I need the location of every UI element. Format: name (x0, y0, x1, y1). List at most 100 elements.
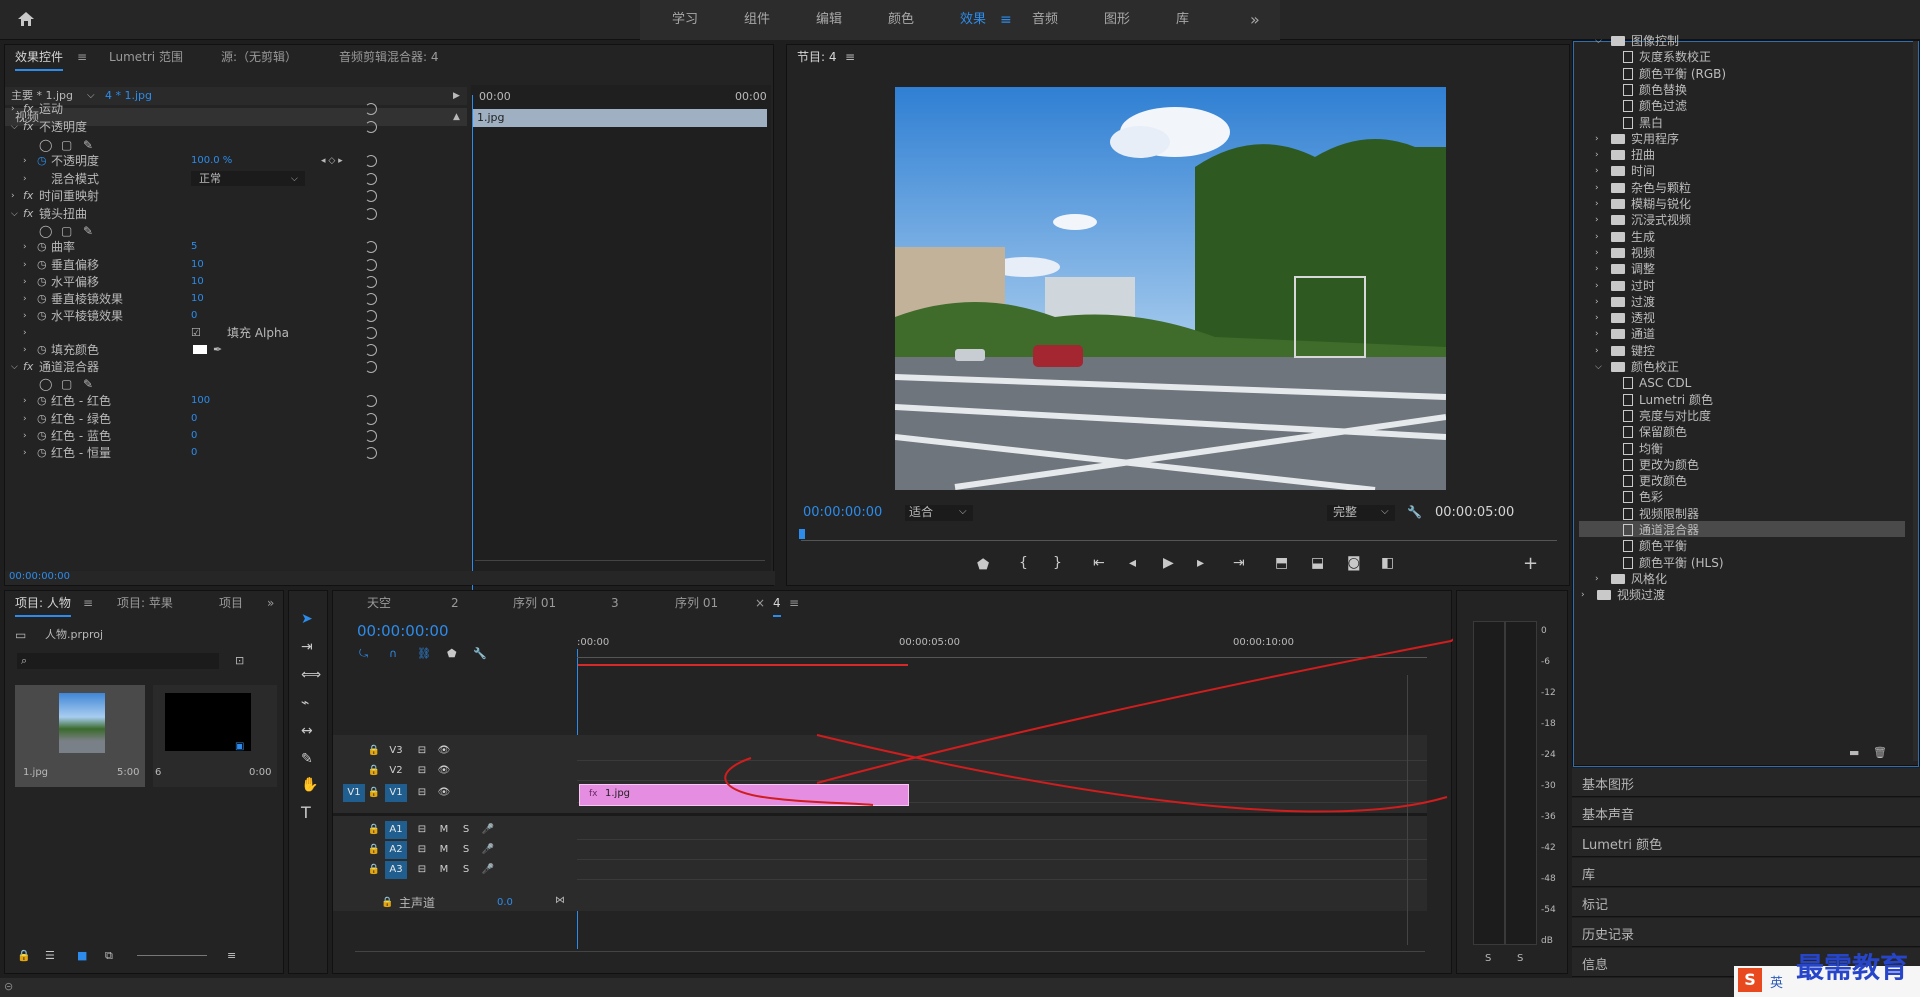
go-to-in-icon[interactable]: ⇤ (1093, 555, 1105, 571)
tab-audio-mixer[interactable]: 音频剪辑混合器: 4 (339, 45, 439, 69)
rectangle-mask-icon[interactable]: ▢ (61, 221, 72, 241)
reset-icon[interactable] (365, 259, 377, 271)
ec-mini-timeline[interactable] (471, 85, 771, 571)
mark-out-icon[interactable]: } (1053, 555, 1062, 571)
rectangle-mask-icon[interactable]: ▢ (61, 135, 72, 155)
workspace-graphics[interactable]: 图形 (1104, 0, 1130, 40)
reset-icon[interactable] (365, 103, 377, 115)
comparison-icon[interactable]: ◧ (1381, 555, 1394, 571)
fx-icon[interactable]: fx (23, 186, 33, 206)
slip-icon[interactable]: ↔ (301, 723, 313, 739)
reset-icon[interactable] (365, 276, 377, 288)
fx-icon[interactable]: fx (23, 99, 33, 119)
sort-icon[interactable]: ≡ (227, 949, 236, 962)
ec-playhead[interactable] (472, 95, 473, 595)
pen-mask-icon[interactable]: ✎ (83, 221, 93, 241)
eyedropper-icon[interactable]: ✒ (213, 340, 222, 360)
reset-icon[interactable] (365, 447, 377, 459)
fx-icon[interactable]: fx (23, 357, 33, 377)
mark-in-icon[interactable]: { (1019, 555, 1028, 571)
step-back-icon[interactable]: ◂ (1129, 555, 1136, 571)
twirl-icon[interactable]: ⌵ (1595, 31, 1602, 51)
side-panel-title[interactable]: 基本声音 (1582, 804, 1634, 823)
fx-icon[interactable]: fx (23, 204, 33, 224)
reset-icon[interactable] (365, 395, 377, 407)
property-value[interactable]: 0 (191, 443, 197, 463)
twirl-icon[interactable]: › (23, 237, 27, 257)
hand-icon[interactable]: ✋ (301, 777, 318, 793)
fx-icon[interactable]: fx (23, 117, 33, 137)
side-panel-title[interactable]: 标记 (1582, 894, 1608, 913)
reset-icon[interactable] (365, 293, 377, 305)
new-bin-icon[interactable]: ▬ (1849, 743, 1859, 763)
workspace-libraries[interactable]: 库 (1176, 0, 1189, 40)
step-forward-icon[interactable]: ▸ (1197, 555, 1204, 571)
tab-lumetri-scopes[interactable]: Lumetri 范围 (109, 45, 183, 69)
tab-project-apple[interactable]: 项目: 苹果 (117, 591, 173, 615)
twirl-icon[interactable]: ⌵ (11, 357, 18, 377)
twirl-icon[interactable]: › (11, 186, 15, 206)
more-workspaces-icon[interactable]: » (1250, 0, 1260, 40)
color-swatch[interactable] (193, 345, 207, 354)
play-icon[interactable]: ▶ (1163, 555, 1174, 571)
camera-icon[interactable]: ◙ (1347, 555, 1361, 571)
reset-icon[interactable] (365, 190, 377, 202)
workspace-learn[interactable]: 学习 (672, 0, 698, 40)
panel-menu-icon[interactable]: ≡ (77, 45, 87, 69)
tab-source[interactable]: 源:（无剪辑） (221, 45, 297, 69)
stopwatch-icon[interactable]: ◷ (37, 306, 47, 326)
reset-icon[interactable] (365, 173, 377, 185)
fill-alpha-checkbox[interactable]: ☑ (191, 323, 201, 343)
go-to-out-icon[interactable]: ⇥ (1233, 555, 1245, 571)
side-panel-title[interactable]: 历史记录 (1582, 924, 1634, 943)
marker-icon[interactable]: ⬟ (977, 557, 989, 573)
pen-mask-icon[interactable]: ✎ (83, 374, 93, 394)
workspace-editing[interactable]: 编辑 (816, 0, 842, 40)
effects-scrollbar[interactable] (1913, 41, 1918, 761)
twirl-icon[interactable]: › (11, 99, 15, 119)
lock-icon[interactable]: 🔒 (17, 949, 31, 962)
tab-project[interactable]: 项目 (219, 591, 243, 615)
ime-lang[interactable]: 英 (1770, 972, 1783, 991)
side-panel-title[interactable]: 库 (1582, 864, 1595, 883)
stopwatch-icon[interactable]: ◷ (37, 391, 47, 411)
list-view-icon[interactable]: ☰ (45, 949, 55, 962)
twirl-icon[interactable]: › (23, 443, 27, 463)
tab-project-person[interactable]: 项目: 人物 (15, 591, 71, 617)
reset-icon[interactable] (365, 327, 377, 339)
workspace-audio[interactable]: 音频 (1032, 0, 1058, 40)
property-value[interactable]: 100.0 % (191, 151, 232, 171)
twirl-icon[interactable]: › (23, 391, 27, 411)
side-panel-header[interactable] (1572, 858, 1920, 887)
ec-zoom-scroll[interactable] (475, 560, 765, 566)
ripple-edit-icon[interactable]: ⟺ (301, 667, 321, 683)
reset-icon[interactable] (365, 155, 377, 167)
type-tool-icon[interactable]: T (301, 803, 311, 822)
project-menu-icon[interactable]: ≡ (83, 591, 93, 615)
pen-icon[interactable]: ✎ (301, 751, 313, 767)
program-menu-icon[interactable]: ≡ (845, 47, 855, 67)
razor-icon[interactable]: ⌁ (301, 695, 309, 711)
icon-view-icon[interactable]: ■ (77, 949, 87, 962)
reset-icon[interactable] (365, 310, 377, 322)
side-panel-title[interactable]: Lumetri 颜色 (1582, 834, 1662, 853)
extract-icon[interactable]: ⬓ (1311, 555, 1324, 571)
program-scrub-bar[interactable] (801, 540, 1557, 541)
add-button-icon[interactable]: + (1523, 553, 1538, 574)
rectangle-mask-icon[interactable]: ▢ (61, 374, 72, 394)
program-timecode-current[interactable]: 00:00:00:00 (803, 503, 882, 523)
ec-timecode[interactable]: 00:00:00:00 (9, 567, 70, 587)
property-value[interactable]: 100 (191, 391, 210, 411)
workspace-assembly[interactable]: 组件 (744, 0, 770, 40)
new-bin-icon[interactable]: ⊡ (235, 651, 244, 671)
freeform-view-icon[interactable]: ⧉ (105, 949, 113, 963)
more-tabs-icon[interactable]: » (267, 591, 274, 615)
reset-icon[interactable] (365, 361, 377, 373)
program-playhead[interactable] (799, 529, 805, 539)
twirl-icon[interactable]: ⌵ (11, 204, 18, 224)
twirl-icon[interactable]: › (23, 151, 27, 171)
twirl-icon[interactable]: ⌵ (11, 117, 18, 137)
solo-button[interactable]: S (1517, 949, 1523, 969)
track-select-icon[interactable]: ⇥ (301, 639, 313, 655)
twirl-icon[interactable]: › (1581, 585, 1585, 605)
